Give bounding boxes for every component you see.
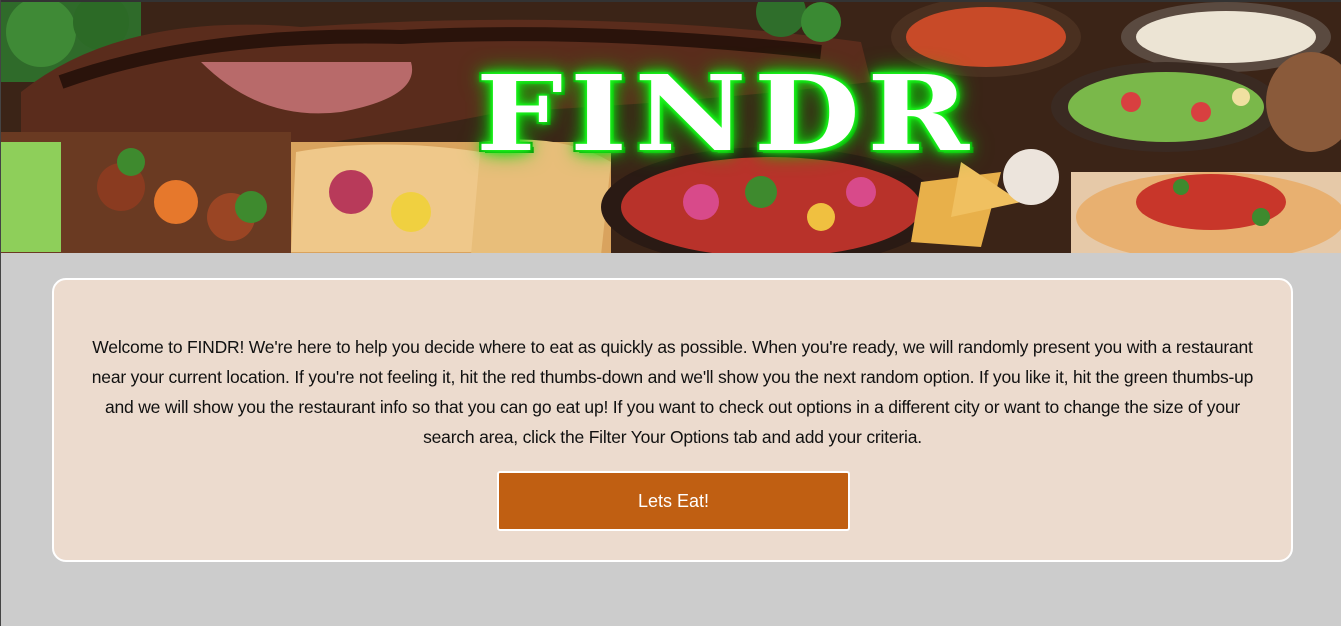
intro-text: Welcome to FINDR! We're here to help you… (91, 337, 1254, 447)
welcome-card: Welcome to FINDR! We're here to help you… (52, 278, 1293, 562)
header-banner: FINDR (1, 0, 1341, 253)
findr-logo: FINDR (475, 52, 977, 175)
lets-eat-button[interactable]: Lets Eat! (497, 471, 850, 531)
